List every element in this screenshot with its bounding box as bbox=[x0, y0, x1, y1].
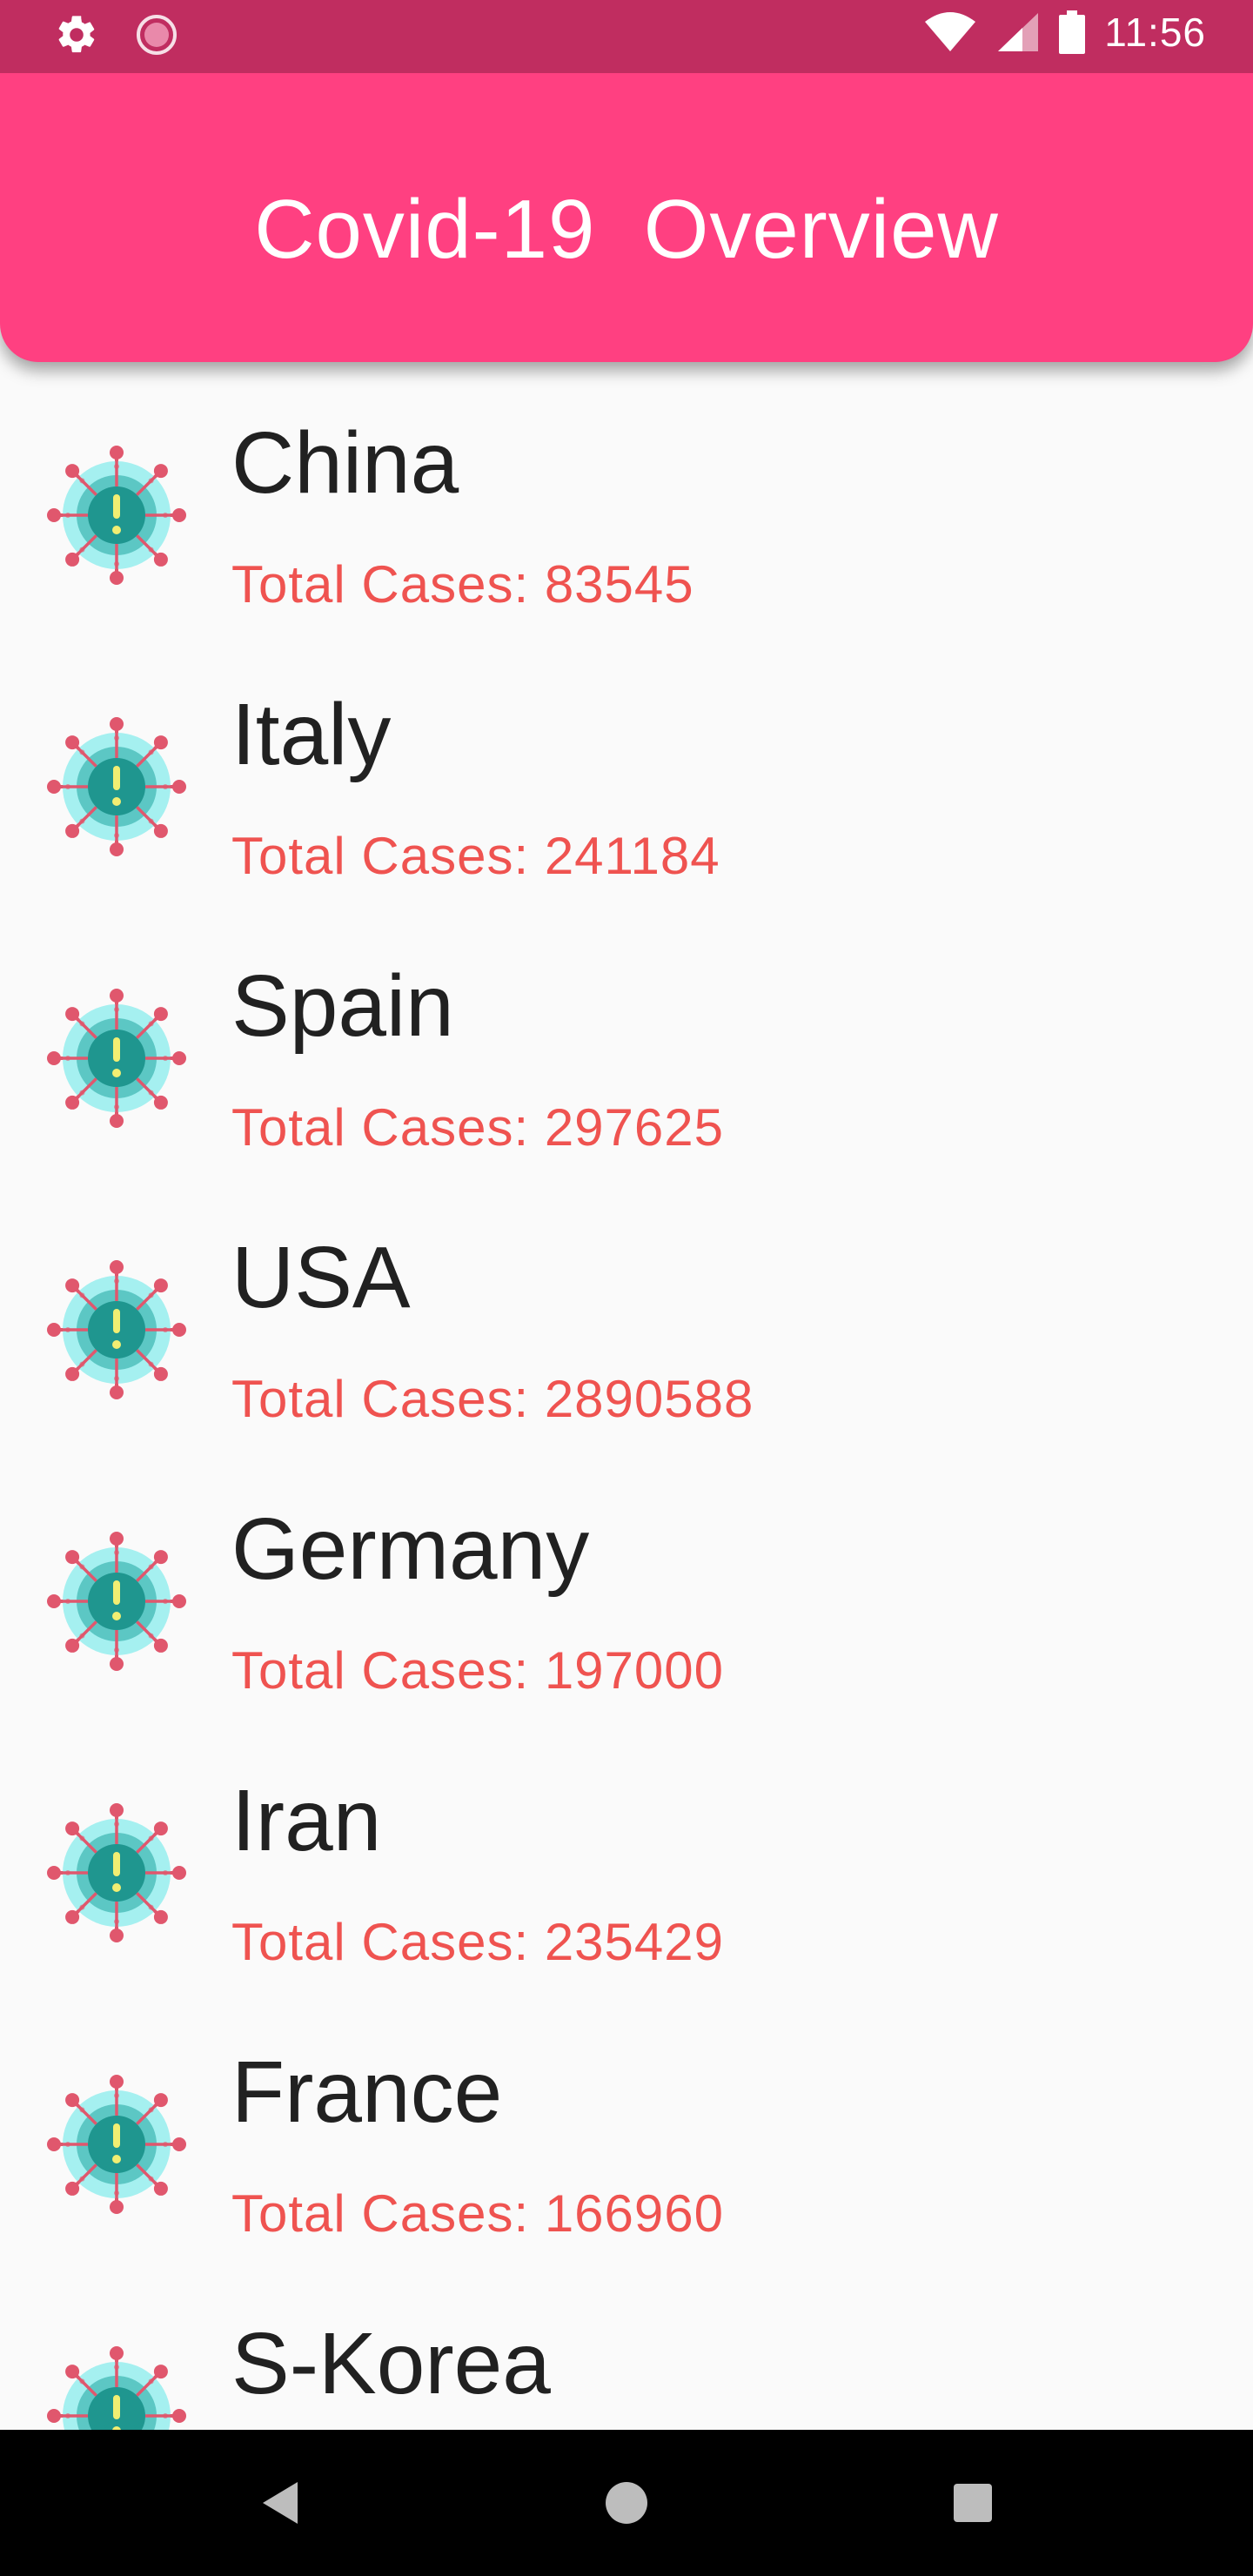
total-cases-text: Total Cases: 2890588 bbox=[231, 1370, 754, 1428]
country-list-item[interactable]: Spain Total Cases: 297625 bbox=[0, 905, 1253, 1177]
status-bar: 11:56 bbox=[0, 0, 1253, 73]
navigation-bar bbox=[0, 2430, 1253, 2576]
country-list-item[interactable]: S-Korea bbox=[0, 2263, 1253, 2430]
wifi-icon bbox=[925, 12, 976, 51]
country-list-item[interactable]: USA Total Cases: 2890588 bbox=[0, 1177, 1253, 1448]
virus-alert-icon bbox=[47, 1803, 186, 1942]
total-cases-text: Total Cases: 83545 bbox=[231, 555, 694, 614]
app-screen: 11:56 Covid-19 Overview China Total Cases… bbox=[0, 0, 1253, 2576]
page-title: Covid-19 Overview bbox=[254, 183, 999, 276]
virus-alert-icon bbox=[47, 1532, 186, 1671]
battery-icon bbox=[1059, 10, 1086, 54]
country-name: China bbox=[231, 414, 459, 512]
country-name: Iran bbox=[231, 1772, 382, 1869]
virus-alert-icon bbox=[47, 2346, 186, 2430]
country-name: Spain bbox=[231, 957, 454, 1055]
total-cases-text: Total Cases: 241184 bbox=[231, 827, 720, 885]
country-name: S-Korea bbox=[231, 2315, 551, 2412]
cell-signal-icon bbox=[998, 13, 1039, 51]
virus-alert-icon bbox=[47, 1260, 186, 1399]
country-list-item[interactable]: Italy Total Cases: 241184 bbox=[0, 634, 1253, 905]
total-cases-text: Total Cases: 197000 bbox=[231, 1641, 725, 1700]
country-name: Germany bbox=[231, 1500, 590, 1598]
virus-alert-icon bbox=[47, 446, 186, 585]
total-cases-text: Total Cases: 235429 bbox=[231, 1913, 725, 1971]
virus-alert-icon bbox=[47, 717, 186, 856]
country-list[interactable]: China Total Cases: 83545 Italy Total Cases:… bbox=[0, 362, 1253, 2430]
loading-circle-icon bbox=[137, 15, 177, 55]
virus-alert-icon bbox=[47, 989, 186, 1128]
country-list-item[interactable]: France Total Cases: 166960 bbox=[0, 1991, 1253, 2263]
country-list-item[interactable]: China Total Cases: 83545 bbox=[0, 362, 1253, 634]
app-bar: Covid-19 Overview bbox=[0, 73, 1253, 362]
back-icon[interactable] bbox=[254, 2475, 310, 2531]
total-cases-text: Total Cases: 297625 bbox=[231, 1098, 725, 1157]
country-list-item[interactable]: Iran Total Cases: 235429 bbox=[0, 1720, 1253, 1991]
virus-alert-icon bbox=[47, 2075, 186, 2214]
home-icon[interactable] bbox=[599, 2475, 654, 2531]
country-name: France bbox=[231, 2043, 503, 2141]
recents-icon[interactable] bbox=[945, 2475, 1001, 2531]
country-name: Italy bbox=[231, 686, 392, 783]
settings-gear-icon bbox=[58, 16, 95, 53]
status-time: 11:56 bbox=[1104, 10, 1206, 55]
country-name: USA bbox=[231, 1229, 411, 1326]
total-cases-text: Total Cases: 166960 bbox=[231, 2184, 725, 2243]
country-list-item[interactable]: Germany Total Cases: 197000 bbox=[0, 1448, 1253, 1720]
